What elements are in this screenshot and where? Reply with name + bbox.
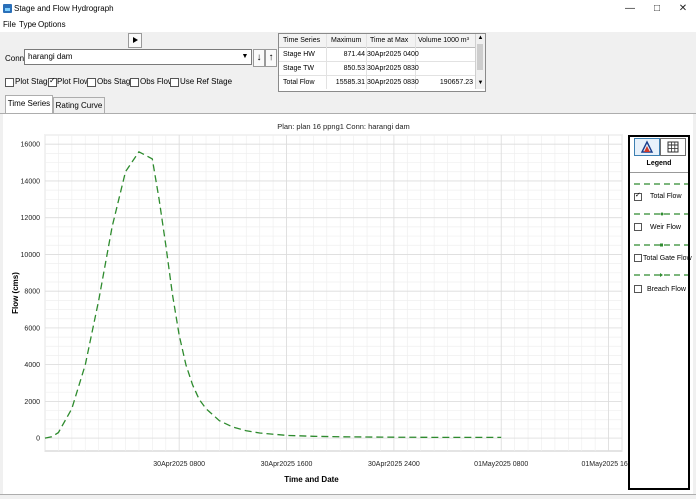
- x-tick-label: 30Apr2025 2400: [368, 461, 420, 468]
- col-header-time-series: Time Series: [283, 37, 321, 44]
- y-tick-label: 10000: [21, 252, 41, 259]
- legend-marker-total-gate-flow: [660, 243, 663, 247]
- table-cell: 850.53: [343, 65, 365, 72]
- table-view-button[interactable]: [660, 138, 686, 156]
- chevron-down-icon: ▼: [241, 53, 249, 60]
- minimize-button[interactable]: —: [619, 2, 641, 16]
- window-title: Stage and Flow Hydrograph: [14, 4, 114, 13]
- summary-table: Time Series Maximum Time at Max Volume 1…: [278, 33, 486, 92]
- table-cell: 15585.31: [335, 79, 365, 86]
- y-tick-label: 6000: [24, 325, 40, 332]
- x-tick-label: 01May2025 1600: [582, 461, 628, 468]
- plot-area: [44, 134, 623, 452]
- table-cell: 30Apr2025 0830: [367, 65, 419, 72]
- menu-options[interactable]: Options: [38, 20, 66, 29]
- tab-time-series[interactable]: Time Series: [5, 95, 53, 114]
- col-header-maximum: Maximum: [331, 37, 362, 44]
- y-tick-label: 8000: [24, 289, 40, 296]
- legend-label-weir-flow: Weir Flow: [650, 224, 681, 231]
- legend-label-breach-flow: Breach Flow: [647, 286, 686, 293]
- table-cell: Total Flow: [283, 79, 315, 86]
- y-tick-label: 16000: [21, 142, 41, 149]
- plot-flow-checkbox[interactable]: [48, 76, 57, 87]
- x-tick-label: 01May2025 0800: [474, 461, 528, 468]
- plot-view-button[interactable]: [634, 138, 660, 156]
- y-tick-label: 14000: [21, 178, 41, 185]
- legend-label-total-gate-flow: Total Gate Flow: [643, 255, 692, 262]
- plot-stage-label: Plot Stage: [15, 77, 52, 86]
- legend-checkbox-breach-flow[interactable]: [634, 285, 642, 293]
- obs-flow-checkbox[interactable]: [130, 78, 139, 87]
- table-cell: 190657.23: [439, 79, 473, 86]
- scroll-up-icon[interactable]: ▲: [476, 34, 485, 43]
- table-cell: Stage HW: [283, 51, 315, 58]
- x-tick-label: 30Apr2025 1600: [261, 461, 313, 468]
- close-button[interactable]: ✕: [672, 2, 694, 16]
- legend-checkbox-total-gate-flow[interactable]: [634, 254, 642, 262]
- scroll-down-icon[interactable]: ▼: [476, 79, 485, 88]
- table-cell: 871.44: [343, 51, 365, 58]
- legend-marker-weir-flow: [660, 212, 664, 216]
- col-header-time-at-max: Time at Max: [370, 37, 409, 44]
- legend-title: Legend: [646, 160, 672, 167]
- y-tick-label: 4000: [24, 362, 40, 369]
- legend-checkbox-total-flow[interactable]: [634, 191, 642, 201]
- plot-flow-label: Plot Flow: [57, 77, 90, 86]
- menu-type[interactable]: Type: [19, 20, 36, 29]
- menu-bar: [0, 18, 696, 32]
- menu-file[interactable]: File: [3, 20, 16, 29]
- next-connection-button[interactable]: ↓: [253, 49, 265, 67]
- previous-connection-button[interactable]: ↑: [265, 49, 277, 67]
- table-cell: Stage TW: [283, 65, 314, 72]
- y-tick-label: 12000: [21, 215, 41, 222]
- x-tick-label: 30Apr2025 0800: [153, 461, 205, 468]
- legend-marker-breach-flow: [660, 273, 663, 277]
- app-icon: [3, 4, 12, 13]
- y-axis-label: Flow (cms): [11, 272, 20, 314]
- status-divider: [0, 494, 696, 495]
- col-header-volume: Volume 1000 m³: [418, 37, 469, 44]
- tab-rating-curve[interactable]: Rating Curve: [53, 97, 105, 113]
- hydrograph-window: Stage and Flow Hydrograph — □ ✕ File Typ…: [0, 0, 696, 499]
- table-cell: 30Apr2025 0400: [367, 51, 419, 58]
- flow-hydrograph-chart[interactable]: 0 2000 4000 6000 8000 10000 12000 14000 16000 30A…: [0, 114, 628, 494]
- use-ref-stage-checkbox[interactable]: [170, 78, 179, 87]
- x-axis-label: Time and Date: [284, 475, 339, 484]
- play-button[interactable]: [128, 33, 142, 48]
- table-icon: [667, 141, 679, 153]
- obs-flow-label: Obs Flow: [140, 77, 174, 86]
- obs-stage-checkbox[interactable]: [87, 78, 96, 87]
- table-scrollbar[interactable]: ▲ ▼: [475, 34, 485, 89]
- use-ref-stage-label: Use Ref Stage: [180, 77, 233, 86]
- table-cell: 30Apr2025 0830: [367, 79, 419, 86]
- chart-title: Plan: plan 16 ppng1 Conn: harangi dam: [277, 122, 410, 131]
- plot-stage-checkbox[interactable]: [5, 78, 14, 87]
- legend-checkbox-weir-flow[interactable]: [634, 223, 642, 231]
- legend-label-total-flow: Total Flow: [650, 193, 682, 200]
- y-tick-label: 2000: [24, 399, 40, 406]
- scroll-thumb[interactable]: [477, 44, 483, 70]
- conn-select-value: harangi dam: [28, 52, 73, 61]
- y-tick-label: 0: [36, 436, 40, 443]
- legend-separator: [630, 172, 688, 173]
- plot-icon: [640, 140, 654, 153]
- maximize-button[interactable]: □: [646, 2, 668, 16]
- conn-select[interactable]: harangi dam ▼: [24, 49, 252, 65]
